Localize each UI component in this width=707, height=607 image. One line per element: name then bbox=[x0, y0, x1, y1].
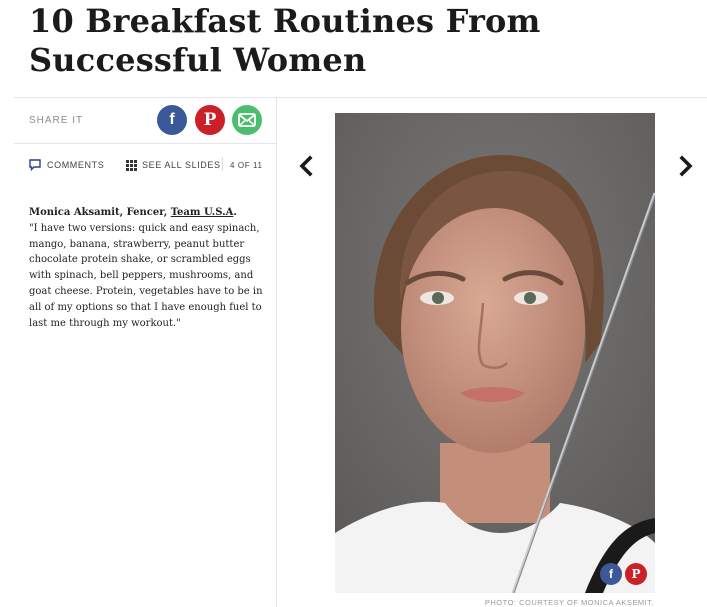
photo-pinterest-button[interactable]: P bbox=[625, 563, 647, 585]
comments-label: COMMENTS bbox=[47, 160, 105, 170]
facebook-icon: f bbox=[609, 567, 613, 581]
team-usa-link[interactable]: Team U.S.A bbox=[171, 207, 234, 218]
slide-caption: Monica Aksamit, Fencer, Team U.S.A. "I h… bbox=[29, 205, 265, 331]
pinterest-icon: P bbox=[203, 110, 217, 130]
previous-slide-button[interactable] bbox=[296, 155, 316, 177]
chevron-right-icon bbox=[679, 155, 693, 177]
next-slide-button[interactable] bbox=[676, 155, 696, 177]
caption-name: Monica Aksamit, Fencer, bbox=[29, 207, 171, 218]
divider bbox=[14, 97, 707, 98]
photo-facebook-button[interactable]: f bbox=[600, 563, 622, 585]
pinterest-icon: P bbox=[631, 567, 641, 581]
grid-icon bbox=[126, 159, 137, 171]
slide-counter: 4 OF 11 bbox=[230, 160, 263, 170]
see-all-slides-link[interactable]: SEE ALL SLIDES bbox=[126, 158, 221, 172]
caption-quote: "I have two versions: quick and easy spi… bbox=[29, 222, 263, 329]
comments-link[interactable]: COMMENTS bbox=[29, 158, 104, 172]
email-share-button[interactable] bbox=[232, 105, 262, 135]
facebook-share-button[interactable]: f bbox=[157, 105, 187, 135]
photo-credit: PHOTO: COURTESY OF MONICA AKSEMIT. bbox=[484, 598, 654, 607]
slide-photo bbox=[335, 113, 655, 593]
share-label: SHARE IT bbox=[29, 115, 84, 126]
mail-icon bbox=[238, 113, 256, 127]
column-divider bbox=[276, 98, 277, 607]
pinterest-share-button[interactable]: P bbox=[195, 105, 225, 135]
facebook-icon: f bbox=[169, 111, 175, 128]
chevron-left-icon bbox=[299, 155, 313, 177]
caption-period: . bbox=[233, 207, 237, 218]
divider bbox=[14, 143, 276, 144]
article-title: 10 Breakfast Routines From Successful Wo… bbox=[29, 2, 541, 79]
divider bbox=[222, 157, 223, 171]
comment-icon bbox=[29, 159, 41, 171]
see-all-slides-label: SEE ALL SLIDES bbox=[142, 160, 221, 170]
